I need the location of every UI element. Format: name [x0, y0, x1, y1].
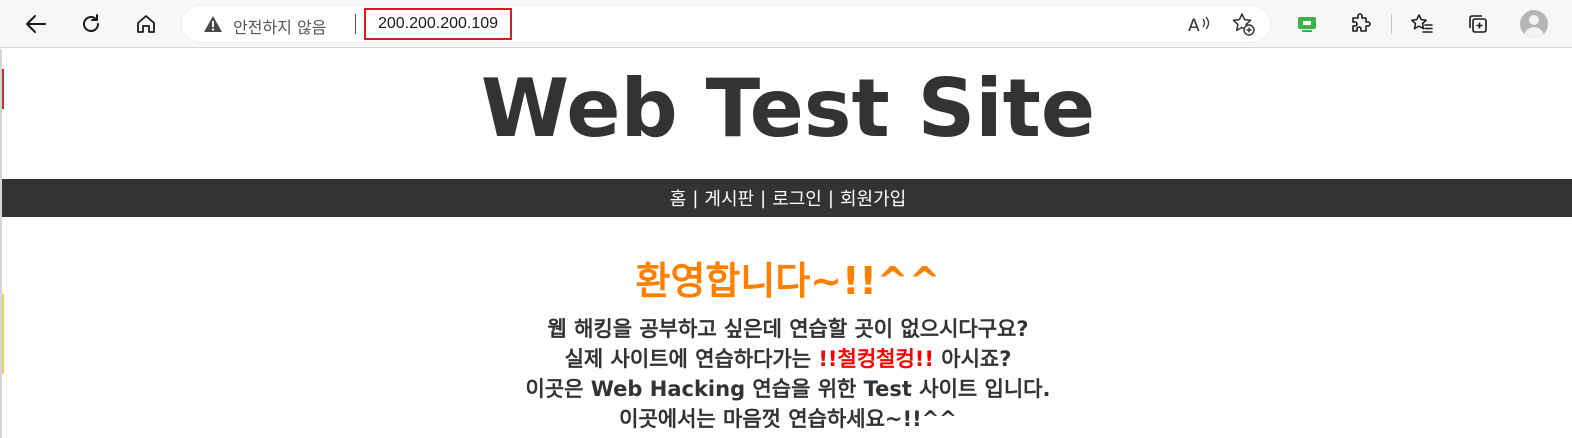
avatar-head — [1529, 15, 1539, 25]
favorites-icon[interactable] — [1406, 8, 1438, 40]
home-icon[interactable] — [130, 8, 162, 40]
site-nav-bar: 홈 | 게시판 | 로그인 | 회원가입 — [2, 179, 1572, 217]
nav-login-link[interactable]: 로그인 — [772, 185, 822, 211]
web-page: Web Test Site 홈 | 게시판 | 로그인 | 회원가입 환영합니다… — [0, 49, 1572, 438]
nav-signup-link[interactable]: 회원가입 — [840, 185, 906, 211]
address-divider — [355, 14, 356, 34]
intro-line-3: 이곳은 Web Hacking 연습을 위한 Test 사이트 입니다. — [525, 377, 1051, 401]
warning-highlight-text: !!철컹철컹!! — [818, 347, 934, 371]
welcome-heading: 환영합니다~!!^^ — [635, 259, 941, 303]
nav-board-link[interactable]: 게시판 — [704, 185, 754, 211]
toolbar-divider — [1391, 14, 1392, 34]
intro-line-2: 실제 사이트에 연습하다가는 !!철컹철컹!! 아시죠? — [2, 349, 1572, 370]
avatar-body — [1524, 27, 1544, 38]
profile-avatar-icon[interactable] — [1520, 10, 1548, 38]
intro-line-4: 이곳에서는 마음껏 연습하세요~!!^^ — [619, 407, 957, 431]
collections-icon[interactable] — [1462, 8, 1494, 40]
browser-window: 안전하지 않음 200.200.200.109 A Web Test Site … — [0, 0, 1572, 438]
nav-home-link[interactable]: 홈 — [670, 185, 687, 211]
nav-separator: | — [827, 187, 834, 209]
nav-separator: | — [692, 187, 699, 209]
address-bar[interactable]: 안전하지 않음 200.200.200.109 A — [181, 5, 1271, 43]
intro-line-2-start: 실제 사이트에 연습하다가는 — [564, 347, 819, 371]
browser-toolbar: 안전하지 않음 200.200.200.109 A — [0, 0, 1572, 48]
url-highlight-box[interactable]: 200.200.200.109 — [364, 8, 512, 40]
site-title: Web Test Site — [480, 62, 1096, 155]
svg-text:A: A — [1188, 16, 1200, 35]
not-secure-label[interactable]: 안전하지 않음 — [233, 14, 326, 38]
warning-icon[interactable] — [203, 15, 223, 37]
intro-line-1: 웹 해킹을 공부하고 싶은데 연습할 곳이 없으시다구요? — [547, 317, 1029, 341]
back-arrow-icon[interactable] — [20, 8, 52, 40]
extensions-icon[interactable] — [1345, 8, 1377, 40]
url-text[interactable]: 200.200.200.109 — [378, 15, 498, 33]
add-favorite-icon[interactable] — [1231, 12, 1255, 36]
screen-cast-icon[interactable] — [1291, 8, 1323, 40]
refresh-icon[interactable] — [75, 8, 107, 40]
intro-line-2-end: 아시죠? — [933, 347, 1012, 371]
nav-separator: | — [760, 187, 767, 209]
read-aloud-icon[interactable]: A — [1187, 12, 1211, 36]
